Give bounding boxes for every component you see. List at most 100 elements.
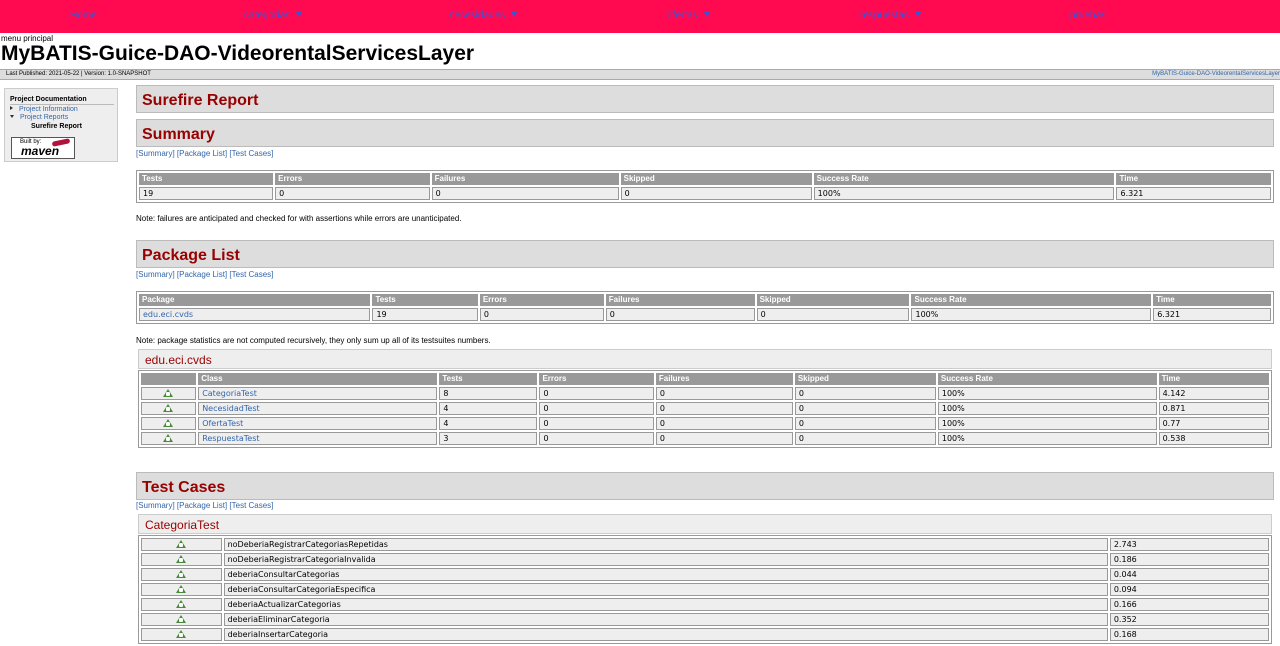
success-rate-cell: 100% [937,432,1157,445]
table-row: 19 0 0 0 100% 6.321 [139,187,1271,200]
nav-home[interactable]: Home [70,10,97,21]
column-header: Time [1116,173,1271,185]
summary-link[interactable]: [Summary] [136,149,175,158]
status-cell [141,387,197,400]
column-header: Success Rate [937,373,1157,385]
class-link-cell: NecesidadTest [198,402,438,415]
test-cases-title: Test Cases [142,479,226,496]
skipped-cell: 0 [794,432,936,445]
column-header: Class [198,373,438,385]
test-name-cell: noDeberiaRegistrarCategoriaInvalida [223,553,1108,566]
tests-cell: 19 [139,187,274,200]
column-header: Skipped [794,373,936,385]
table-row: deberiaEliminarCategoria 0.352 [141,613,1269,626]
class-link[interactable]: OfertaTest [202,419,243,428]
skipped-cell: 0 [794,417,936,430]
success-icon [163,419,174,427]
section-links: [Summary] [Package List] [Test Cases] [136,501,273,510]
nav-respuestas[interactable]: respuestas [860,10,921,21]
chevron-down-icon [914,12,921,17]
skipped-cell: 0 [620,187,812,200]
test-name-cell: noDeberiaRegistrarCategoriasRepetidas [223,538,1108,551]
skipped-cell: 0 [756,308,910,321]
page-title: Surefire Report [142,92,259,109]
column-header: Tests [139,173,274,185]
sidebar-item-project-information[interactable]: Project Information [10,106,78,113]
surefire-report-header: Surefire Report [136,85,1274,113]
summary-link[interactable]: [Summary] [136,501,175,510]
package-note: Note: package statistics are not compute… [136,336,491,345]
time-cell: 0.186 [1109,553,1269,566]
summary-link[interactable]: [Summary] [136,270,175,279]
nav-categorias[interactable]: categorias [244,10,303,21]
summary-note: Note: failures are anticipated and check… [136,214,462,223]
package-class-table: Class Tests Errors Failures Skipped Succ… [138,370,1272,448]
status-cell [141,432,197,445]
package-list-title: Package List [142,247,240,264]
status-cell [141,553,222,566]
column-header: Skipped [756,294,910,306]
table-row: NecesidadTest 4 0 0 0 100% 0.871 [141,402,1269,415]
time-cell: 0.166 [1109,598,1269,611]
test-cases-header: Test Cases [136,472,1274,500]
tests-cell: 4 [439,402,538,415]
time-cell: 0.168 [1109,628,1269,641]
class-link[interactable]: NecesidadTest [202,404,259,413]
built-by-maven-logo[interactable]: Built by: maven [11,137,75,159]
column-header: Skipped [620,173,812,185]
nav-pruebas[interactable]: pruebas [1070,10,1106,21]
sidebar-item-surefire-report: Surefire Report [31,123,82,130]
table-row: deberiaConsultarCategoriaEspecifica 0.09… [141,583,1269,596]
package-subheader: edu.eci.cvds [138,349,1272,369]
table-row: deberiaConsultarCategorias 0.044 [141,568,1269,581]
class-link[interactable]: RespuestaTest [202,434,259,443]
sidebar-item-label[interactable]: Project Information [19,106,78,113]
package-list-link[interactable]: [Package List] [177,149,227,158]
success-rate-cell: 100% [911,308,1152,321]
time-cell: 0.538 [1158,432,1269,445]
column-header: Failures [431,173,619,185]
status-cell [141,598,222,611]
chevron-down-icon [511,12,518,17]
left-sidebar: Project Documentation Project Informatio… [4,88,118,162]
class-link[interactable]: CategoriaTest [202,389,257,398]
test-cases-link[interactable]: [Test Cases] [229,270,273,279]
column-header: Errors [275,173,430,185]
errors-cell: 0 [539,402,654,415]
test-name-cell: deberiaActualizarCategorias [223,598,1108,611]
package-link[interactable]: edu.eci.cvds [143,310,193,319]
table-row: OfertaTest 4 0 0 0 100% 0.77 [141,417,1269,430]
test-cases-link[interactable]: [Test Cases] [229,149,273,158]
time-cell: 0.871 [1158,402,1269,415]
column-header: Errors [539,373,654,385]
table-row: edu.eci.cvds 19 0 0 0 100% 6.321 [139,308,1271,321]
column-header: Tests [372,294,478,306]
chevron-down-icon [703,12,710,17]
failures-cell: 0 [605,308,755,321]
package-list-link[interactable]: [Package List] [177,501,227,510]
breadcrumb-project-link[interactable]: MyBATIS-Guice-DAO-VideorentalServicesLay… [1152,70,1280,79]
success-rate-cell: 100% [937,387,1157,400]
time-cell: 2.743 [1109,538,1269,551]
status-cell [141,613,222,626]
sidebar-item-label[interactable]: Project Reports [20,114,68,121]
tests-cell: 19 [372,308,478,321]
table-row: noDeberiaRegistrarCategoriasRepetidas 2.… [141,538,1269,551]
test-name-cell: deberiaConsultarCategorias [223,568,1108,581]
test-name-cell: deberiaInsertarCategoria [223,628,1108,641]
column-header: Failures [655,373,793,385]
table-row: deberiaActualizarCategorias 0.166 [141,598,1269,611]
time-cell: 0.77 [1158,417,1269,430]
success-icon [175,600,187,608]
summary-table: Tests Errors Failures Skipped Success Ra… [136,170,1274,203]
nav-ofertas[interactable]: ofertas [667,10,710,21]
package-list-link[interactable]: [Package List] [177,270,227,279]
test-cases-link[interactable]: [Test Cases] [229,501,273,510]
nav-necesidades[interactable]: necesidades [449,10,518,21]
nav-necesidades-label: necesidades [449,10,506,21]
sidebar-item-project-reports[interactable]: Project Reports [10,114,68,121]
section-links: [Summary] [Package List] [Test Cases] [136,149,273,158]
success-icon [175,630,187,638]
tests-cell: 3 [439,432,538,445]
summary-header: Summary [136,119,1274,147]
